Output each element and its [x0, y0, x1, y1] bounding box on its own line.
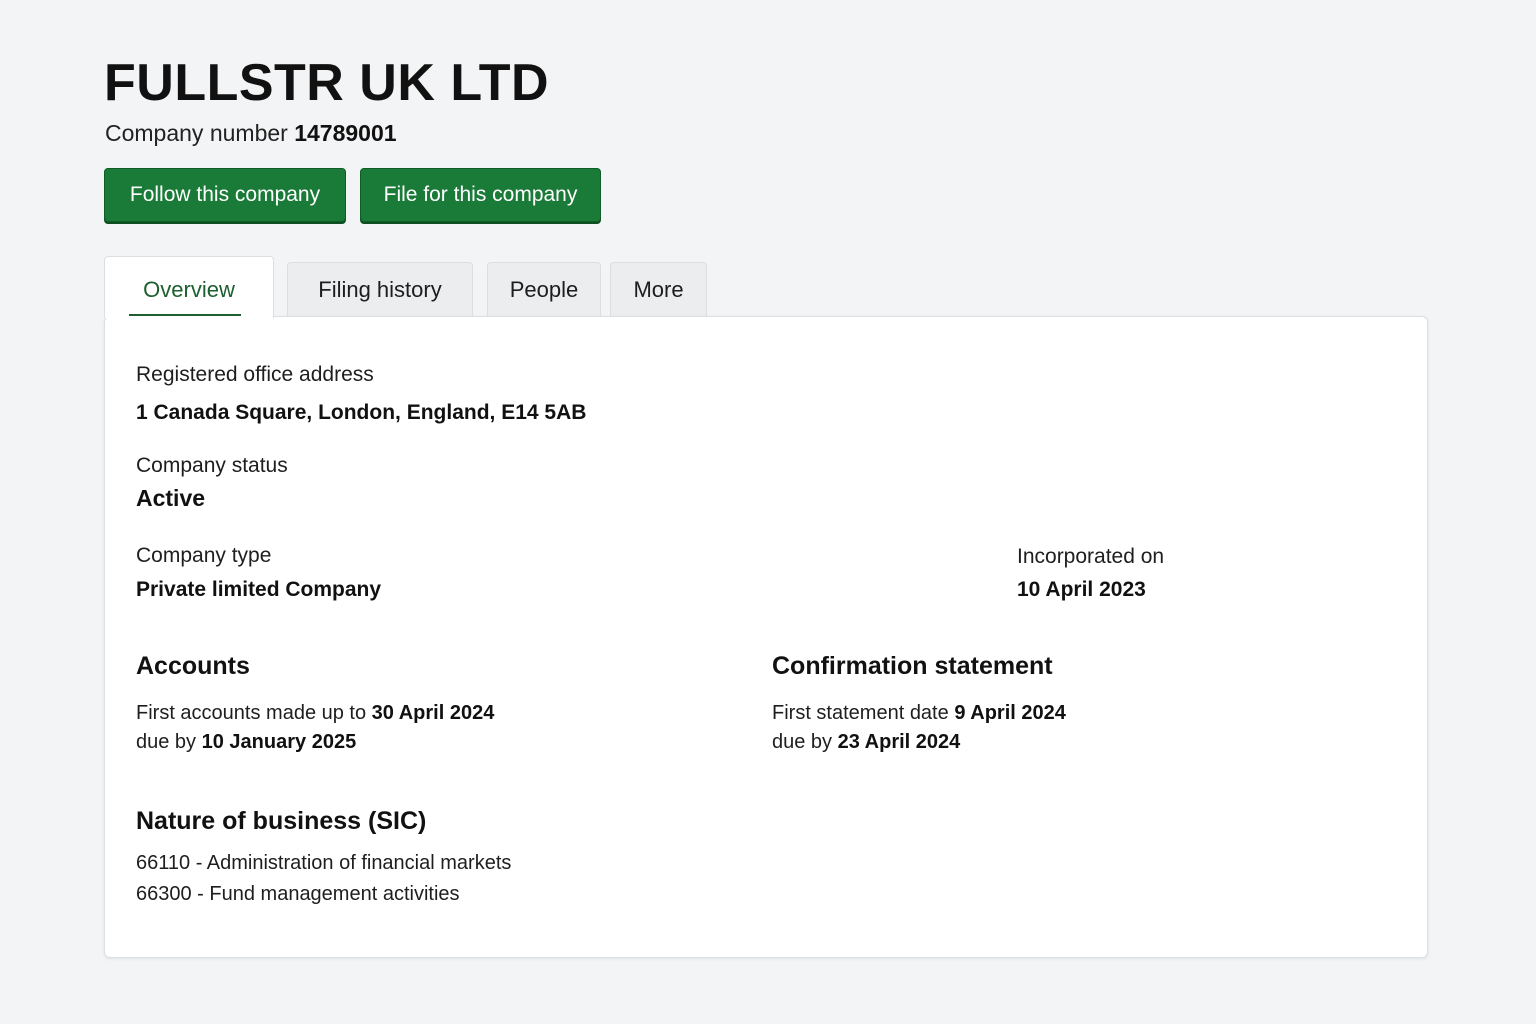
- accounts-heading: Accounts: [136, 652, 250, 680]
- company-overview-page: FULLSTR UK LTD Company number 14789001 F…: [0, 0, 1536, 1024]
- tab-filing-history[interactable]: Filing history: [287, 262, 473, 318]
- accounts-due-line: due by 10 January 2025: [136, 728, 356, 756]
- company-number: 14789001: [294, 120, 397, 146]
- company-type-value: Private limited Company: [136, 578, 382, 601]
- registered-office-label: Registered office address: [136, 363, 374, 386]
- tab-filing-history-label: Filing history: [318, 277, 442, 302]
- registered-office-address: 1 Canada Square, London, England, E14 5A…: [136, 401, 587, 424]
- company-type-label: Company type: [136, 544, 272, 567]
- overview-panel: Registered office address 1 Canada Squar…: [104, 316, 1428, 958]
- accounts-due-date: 10 January 2025: [201, 731, 357, 753]
- incorporated-label: Incorporated on: [1017, 545, 1165, 568]
- active-tab-underline: [129, 314, 241, 316]
- incorporated-date: 10 April 2023: [1017, 578, 1146, 601]
- sic-item: 66300 - Fund management activities: [136, 883, 460, 905]
- confirmation-due-date: 23 April 2024: [837, 731, 961, 753]
- file-for-company-button[interactable]: File for this company: [360, 168, 601, 222]
- confirmation-heading: Confirmation statement: [772, 652, 1053, 680]
- confirmation-first-date: 9 April 2024: [954, 702, 1066, 724]
- tab-overview[interactable]: Overview: [104, 256, 274, 318]
- company-number-line: Company number 14789001: [105, 118, 397, 148]
- follow-company-button[interactable]: Follow this company: [104, 168, 346, 222]
- confirmation-due-text: due by: [772, 731, 833, 753]
- confirmation-due-line: due by 23 April 2024: [772, 728, 960, 756]
- company-status-value: Active: [136, 485, 206, 511]
- sic-item: 66110 - Administration of financial mark…: [136, 852, 512, 874]
- accounts-due-text: due by: [136, 731, 197, 753]
- tab-overview-label: Overview: [143, 277, 235, 302]
- confirmation-first-line: First statement date 9 April 2024: [772, 699, 1066, 727]
- accounts-first-line: First accounts made up to 30 April 2024: [136, 699, 494, 727]
- sic-heading: Nature of business (SIC): [136, 807, 427, 835]
- tab-more-label: More: [633, 277, 684, 302]
- company-number-label: Company number: [105, 120, 288, 146]
- tab-people-label: People: [509, 277, 579, 302]
- accounts-first-text: First accounts made up to: [136, 702, 367, 724]
- confirmation-first-text: First statement date: [772, 702, 949, 724]
- company-name: FULLSTR UK LTD: [104, 54, 550, 112]
- company-status-label: Company status: [136, 454, 288, 477]
- accounts-first-date: 30 April 2024: [371, 702, 495, 724]
- tab-people[interactable]: People: [487, 262, 601, 318]
- tab-more[interactable]: More: [610, 262, 707, 318]
